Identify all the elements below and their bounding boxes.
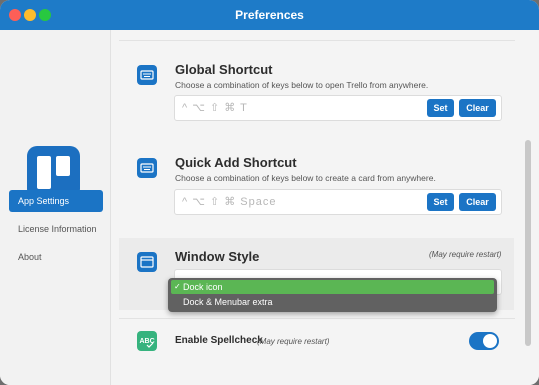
- window-style-option-dock-icon[interactable]: ✓ Dock icon: [171, 280, 494, 294]
- window-style-title: Window Style: [175, 249, 260, 264]
- divider: [119, 318, 515, 319]
- spellcheck-toggle[interactable]: [469, 332, 499, 350]
- checkmark-icon: ✓: [174, 282, 181, 291]
- sidebar-item-about[interactable]: About: [9, 246, 103, 268]
- toggle-knob: [483, 334, 497, 348]
- quick-add-shortcut-description: Choose a combination of keys below to cr…: [175, 173, 436, 183]
- global-shortcut-title: Global Shortcut: [175, 62, 273, 77]
- global-shortcut-field[interactable]: ^ ⌥ ⇧ ⌘ T Set Clear: [174, 95, 502, 121]
- global-shortcut-keys: ^ ⌥ ⇧ ⌘ T: [182, 102, 248, 114]
- global-shortcut-clear-button[interactable]: Clear: [459, 99, 496, 117]
- quick-add-shortcut-keys: ^ ⌥ ⇧ ⌘ Space: [182, 196, 277, 208]
- sidebar-item-app-settings[interactable]: App Settings: [9, 190, 103, 212]
- vertical-scrollbar[interactable]: [525, 140, 531, 346]
- window-style-note: (May require restart): [429, 250, 502, 259]
- sidebar: App Settings License Information About: [0, 30, 111, 385]
- spellcheck-note: (May require restart): [257, 337, 330, 346]
- global-shortcut-set-button[interactable]: Set: [427, 99, 454, 117]
- settings-content: Global Shortcut Choose a combination of …: [111, 30, 539, 385]
- window-style-dropdown-menu: ✓ Dock icon Dock & Menubar extra: [168, 278, 497, 312]
- window-title: Preferences: [235, 8, 304, 22]
- quick-add-shortcut-field[interactable]: ^ ⌥ ⇧ ⌘ Space Set Clear: [174, 189, 502, 215]
- quick-add-shortcut-title: Quick Add Shortcut: [175, 155, 297, 170]
- option-label: Dock icon: [183, 282, 223, 292]
- spellcheck-icon: ABC: [137, 331, 157, 351]
- quick-add-shortcut-set-button[interactable]: Set: [427, 193, 454, 211]
- quick-add-shortcut-clear-button[interactable]: Clear: [459, 193, 496, 211]
- keyboard-icon: [137, 65, 157, 85]
- global-shortcut-description: Choose a combination of keys below to op…: [175, 80, 429, 90]
- keyboard-icon: [137, 158, 157, 178]
- preferences-window: Preferences App Settings License Informa…: [0, 0, 539, 385]
- window-icon: [137, 252, 157, 272]
- title-bar: Preferences: [0, 0, 539, 30]
- sidebar-item-license-information[interactable]: License Information: [9, 218, 103, 240]
- divider: [119, 40, 515, 41]
- window-style-option-dock-menubar[interactable]: Dock & Menubar extra: [171, 295, 494, 309]
- spellcheck-title: Enable Spellcheck: [175, 335, 263, 346]
- option-label: Dock & Menubar extra: [183, 297, 273, 307]
